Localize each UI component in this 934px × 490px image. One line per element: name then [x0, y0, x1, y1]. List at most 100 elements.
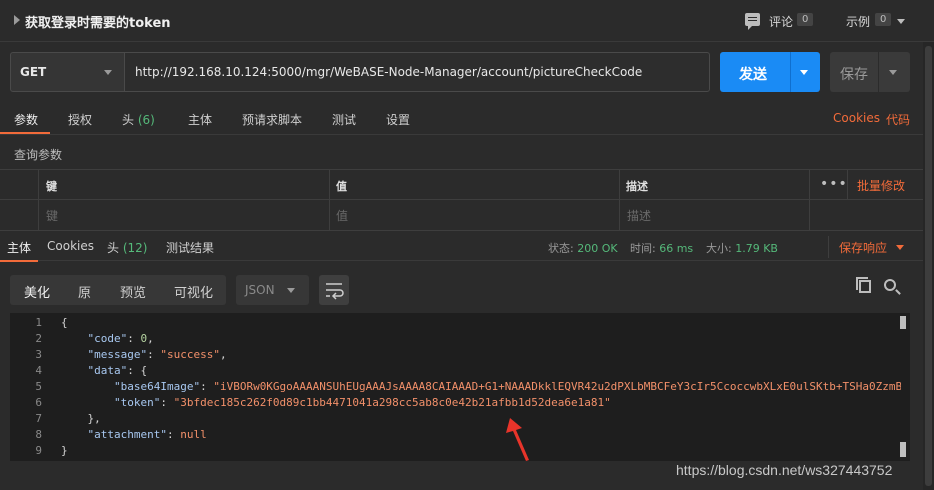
tab-prerequest-script[interactable]: 预请求脚本 [242, 111, 302, 128]
response-tab-cookies[interactable]: Cookies [47, 239, 94, 253]
method-label: GET [20, 65, 47, 79]
code-line: "code": 0, [87, 332, 154, 345]
language-select-value: JSON [245, 283, 275, 297]
save-response-button[interactable]: 保存响应 [839, 239, 887, 256]
code-line: "message": "success", [87, 348, 227, 361]
comments-label[interactable]: 评论 [769, 13, 793, 30]
more-icon[interactable]: ••• [820, 176, 848, 192]
line-number: 9 [35, 444, 42, 457]
response-tab-headers-label: 头 [107, 241, 120, 255]
response-tab-test-results[interactable]: 测试结果 [166, 239, 214, 256]
time-value: 66 ms [659, 242, 694, 255]
status-readout: 状态: 200 OK [548, 240, 618, 256]
tab-auth[interactable]: 授权 [68, 111, 92, 128]
chevron-down-icon[interactable] [287, 288, 295, 293]
tab-body[interactable]: 主体 [188, 111, 212, 128]
line-number: 5 [35, 380, 42, 393]
line-number: 1 [35, 316, 42, 329]
divider [828, 236, 829, 258]
json-value-message-text: success [166, 348, 214, 361]
column-header-key: 键 [46, 180, 57, 193]
status-label: 状态: [548, 242, 574, 255]
cookies-link[interactable]: Cookies [833, 111, 880, 125]
editor-scrollbar-thumb[interactable] [900, 316, 906, 329]
code-link[interactable]: 代码 [886, 111, 910, 128]
chevron-down-icon[interactable] [896, 245, 904, 250]
tabs-divider [0, 134, 923, 135]
query-params-table [0, 169, 923, 231]
json-value-base64image: "iVBORw0KGgoAAAANSUhEUgAAAJsAAAA8CAIAAAD… [213, 380, 901, 393]
table-row-divider [0, 199, 923, 200]
comment-icon[interactable] [745, 13, 760, 30]
copy-icon[interactable] [856, 277, 871, 293]
json-key-data: "data" [87, 364, 128, 377]
wrap-lines-button[interactable] [319, 275, 349, 305]
chevron-down-icon[interactable] [104, 70, 112, 75]
comments-count-badge: 0 [797, 13, 814, 26]
response-tab-headers[interactable]: 头 (12) [107, 239, 147, 256]
size-label: 大小: [706, 242, 732, 255]
tab-headers-count: (6) [137, 113, 155, 127]
bulk-edit-link[interactable]: 批量修改 [857, 177, 905, 194]
code-line: }, [61, 412, 101, 425]
response-tab-body[interactable]: 主体 [7, 239, 31, 256]
caret-right-icon[interactable] [14, 15, 20, 25]
key-input[interactable]: 键 [46, 207, 58, 224]
query-params-label: 查询参数 [14, 148, 63, 162]
json-brace: { [61, 316, 68, 329]
json-value-token-text: 3bfdec185c262f0d89c1bb4471041a298cc5ab8c… [180, 396, 605, 409]
code-line: "base64Image": "iVBORw0KGgoAAAANSUhEUgAA… [61, 380, 901, 393]
line-number: 3 [35, 348, 42, 361]
request-title[interactable]: 获取登录时需要的token [25, 12, 171, 31]
tab-headers[interactable]: 头 (6) [122, 111, 155, 128]
examples-label[interactable]: 示例 [846, 13, 870, 30]
chevron-down-icon[interactable] [889, 70, 897, 75]
size-readout: 大小: 1.79 KB [706, 240, 778, 256]
json-value-attachment: null [180, 428, 207, 441]
examples-count-badge: 0 [875, 13, 892, 26]
status-value: 200 OK [577, 242, 618, 255]
window-scrollbar-thumb[interactable] [925, 46, 932, 486]
table-col-divider [619, 170, 620, 230]
chevron-down-icon[interactable] [897, 19, 905, 24]
save-label: 保存 [840, 67, 868, 83]
size-value: 1.79 KB [735, 242, 778, 255]
tab-tests[interactable]: 测试 [332, 111, 356, 128]
description-input[interactable]: 描述 [627, 207, 651, 224]
json-value-message: "success" [160, 348, 220, 361]
format-preview-button[interactable]: 预览 [120, 282, 146, 301]
json-key-message: "message" [87, 348, 148, 361]
send-divider [790, 52, 791, 92]
line-number: 6 [35, 396, 42, 409]
editor-scrollbar-thumb[interactable] [900, 442, 906, 457]
format-visualize-button[interactable]: 可视化 [174, 282, 213, 301]
response-tab-headers-count: (12) [122, 241, 148, 255]
search-icon[interactable] [884, 279, 896, 291]
value-input[interactable]: 值 [336, 207, 348, 224]
table-col-divider [329, 170, 330, 230]
code-line: "attachment": null [87, 428, 207, 441]
line-number: 2 [35, 332, 42, 345]
column-header-description: 描述 [626, 180, 648, 193]
table-col-divider [38, 170, 39, 230]
tab-settings[interactable]: 设置 [386, 111, 410, 128]
code-line: "data": { [87, 364, 148, 377]
code-line: "token": "3bfdec185c262f0d89c1bb4471041a… [113, 396, 611, 409]
active-tab-indicator [0, 260, 38, 262]
time-readout: 时间: 66 ms [630, 240, 693, 256]
format-pretty-button[interactable]: 美化 [24, 282, 50, 301]
red-arrow-annotation [506, 418, 529, 461]
tab-params[interactable]: 参数 [14, 111, 38, 128]
json-key-code: "code" [87, 332, 128, 345]
line-number: 8 [35, 428, 42, 441]
table-row-divider [0, 230, 923, 231]
line-number: 4 [35, 364, 42, 377]
format-raw-button[interactable]: 原 [78, 282, 91, 301]
chevron-down-icon[interactable] [800, 70, 808, 75]
json-value-code: 0 [140, 332, 148, 345]
watermark: https://blog.csdn.net/ws327443752 [676, 462, 893, 478]
url-input[interactable]: http://192.168.10.124:5000/mgr/WeBASE-No… [124, 52, 710, 92]
column-header-value: 值 [336, 180, 347, 193]
table-col-divider [809, 170, 810, 230]
wrap-lines-icon [326, 283, 344, 300]
